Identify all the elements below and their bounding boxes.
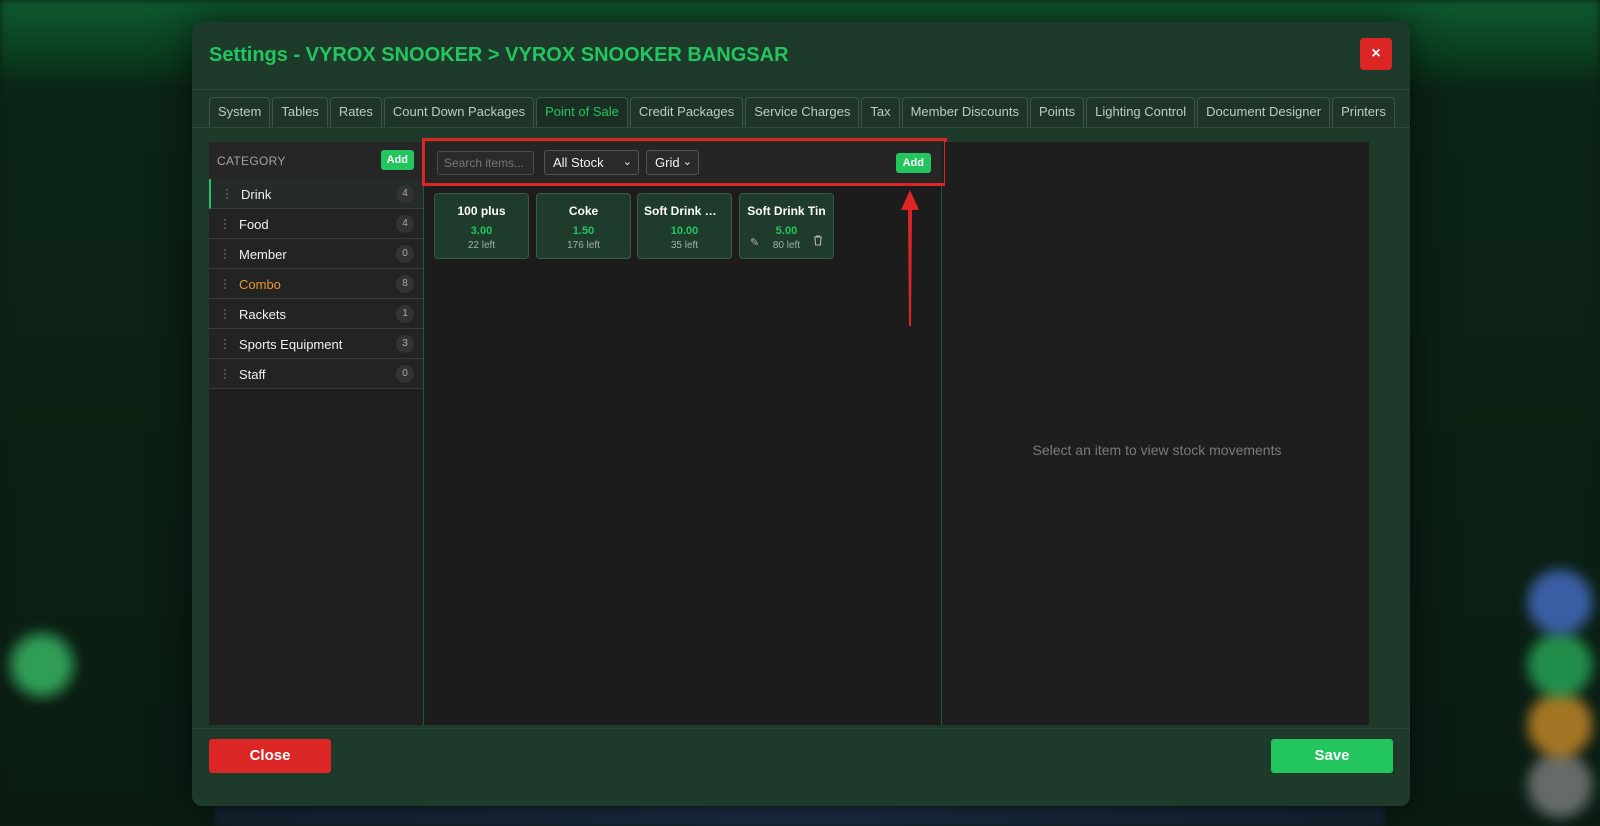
modal-title: Settings - VYROX SNOOKER > VYROX SNOOKER… — [209, 44, 789, 66]
category-header: CATEGORY Add — [209, 142, 423, 179]
item-card[interactable]: Coke 1.50 176 left — [536, 193, 631, 259]
edit-icon[interactable]: ✎ — [750, 236, 759, 249]
category-item-drink[interactable]: Drink 4 — [209, 179, 423, 209]
category-count-badge: 0 — [396, 365, 414, 383]
tab-printers[interactable]: Printers — [1332, 97, 1395, 127]
pos-content: CATEGORY Add Drink 4 Food 4 Member 0 Com… — [209, 138, 1369, 725]
stock-movements-panel: Select an item to view stock movements — [945, 142, 1369, 725]
chevron-down-icon: ⌄ — [622, 156, 632, 168]
category-label: Combo — [239, 277, 281, 292]
item-card[interactable]: 100 plus 3.00 22 left — [434, 193, 529, 259]
tab-count-down-packages[interactable]: Count Down Packages — [383, 97, 535, 127]
close-button[interactable]: Close — [209, 739, 331, 773]
search-input[interactable]: Search items... — [437, 151, 534, 175]
category-panel: CATEGORY Add Drink 4 Food 4 Member 0 Com… — [209, 142, 424, 725]
drag-handle-icon[interactable] — [223, 368, 227, 380]
annotation-arrow-icon — [901, 190, 919, 326]
category-label: Member — [239, 247, 287, 262]
category-count-badge: 4 — [396, 185, 414, 203]
item-stock: 176 left — [567, 240, 600, 251]
drag-handle-icon[interactable] — [223, 218, 227, 230]
chevron-down-icon: ⌄ — [682, 156, 692, 168]
add-category-button[interactable]: Add — [380, 150, 414, 170]
category-label: Drink — [241, 187, 272, 202]
blurred-background-strip — [215, 806, 1385, 826]
category-label: Food — [239, 217, 269, 232]
tab-member-discounts[interactable]: Member Discounts — [901, 97, 1028, 127]
items-toolbar: Search items... All Stock ⌄ Grid ⌄ Add — [426, 142, 942, 185]
category-item-rackets[interactable]: Rackets 1 — [209, 299, 423, 329]
tab-service-charges[interactable]: Service Charges — [745, 97, 860, 127]
item-name: Soft Drink Bot... — [644, 204, 731, 218]
drag-handle-icon[interactable] — [223, 308, 227, 320]
category-label: Rackets — [239, 307, 286, 322]
modal-footer: Close Save — [192, 728, 1410, 806]
trash-icon[interactable] — [813, 235, 823, 249]
item-price: 10.00 — [670, 225, 699, 237]
category-item-sports-equipment[interactable]: Sports Equipment 3 — [209, 329, 423, 359]
tab-tax[interactable]: Tax — [861, 97, 900, 127]
item-name: Soft Drink Tin — [747, 204, 826, 218]
add-item-button[interactable]: Add — [895, 153, 931, 173]
item-stock: 35 left — [670, 240, 699, 251]
close-icon[interactable]: × — [1360, 38, 1392, 70]
save-button[interactable]: Save — [1271, 739, 1393, 773]
tab-system[interactable]: System — [209, 97, 271, 127]
tab-rates[interactable]: Rates — [329, 97, 382, 127]
category-count-badge: 3 — [396, 335, 414, 353]
item-name: 100 plus — [457, 204, 506, 218]
item-price: 1.50 — [572, 225, 595, 237]
category-count-badge: 8 — [396, 275, 414, 293]
category-count-badge: 1 — [396, 305, 414, 323]
tab-lighting-control[interactable]: Lighting Control — [1086, 97, 1196, 127]
category-label: Sports Equipment — [239, 337, 343, 352]
item-stock: 22 left — [467, 240, 496, 251]
settings-tabs: System Tables Rates Count Down Packages … — [209, 97, 1395, 127]
tab-credit-packages[interactable]: Credit Packages — [629, 97, 744, 127]
empty-state-message: Select an item to view stock movements — [1032, 442, 1282, 458]
category-item-member[interactable]: Member 0 — [209, 239, 423, 269]
item-price: 3.00 — [470, 225, 493, 237]
category-title: CATEGORY — [217, 154, 286, 168]
category-item-combo[interactable]: Combo 8 — [209, 269, 423, 299]
category-item-staff[interactable]: Staff 0 — [209, 359, 423, 389]
item-card[interactable]: Soft Drink Bot... 10.00 35 left — [637, 193, 732, 259]
drag-handle-icon[interactable] — [223, 248, 227, 260]
category-count-badge: 0 — [396, 245, 414, 263]
view-mode-value: Grid — [655, 155, 680, 170]
settings-modal: Settings - VYROX SNOOKER > VYROX SNOOKER… — [192, 22, 1410, 806]
view-mode-select[interactable]: Grid ⌄ — [646, 150, 699, 175]
items-panel: Search items... All Stock ⌄ Grid ⌄ Add 1… — [422, 138, 947, 725]
stock-filter-value: All Stock — [553, 155, 604, 170]
category-item-food[interactable]: Food 4 — [209, 209, 423, 239]
modal-header: Settings - VYROX SNOOKER > VYROX SNOOKER… — [192, 22, 1410, 90]
item-name: Coke — [568, 204, 599, 218]
drag-handle-icon[interactable] — [223, 338, 227, 350]
tab-points[interactable]: Points — [1029, 97, 1085, 127]
category-count-badge: 4 — [396, 215, 414, 233]
drag-handle-icon[interactable] — [223, 278, 227, 290]
stock-filter-select[interactable]: All Stock ⌄ — [544, 150, 639, 175]
item-card[interactable]: Soft Drink Tin 5.00 80 left ✎ — [739, 193, 834, 259]
category-label: Staff — [239, 367, 266, 382]
tab-point-of-sale[interactable]: Point of Sale — [536, 97, 628, 127]
tab-tables[interactable]: Tables — [272, 97, 328, 127]
drag-handle-icon[interactable] — [225, 188, 229, 200]
tabs-divider — [192, 127, 1410, 128]
tab-document-designer[interactable]: Document Designer — [1197, 97, 1331, 127]
